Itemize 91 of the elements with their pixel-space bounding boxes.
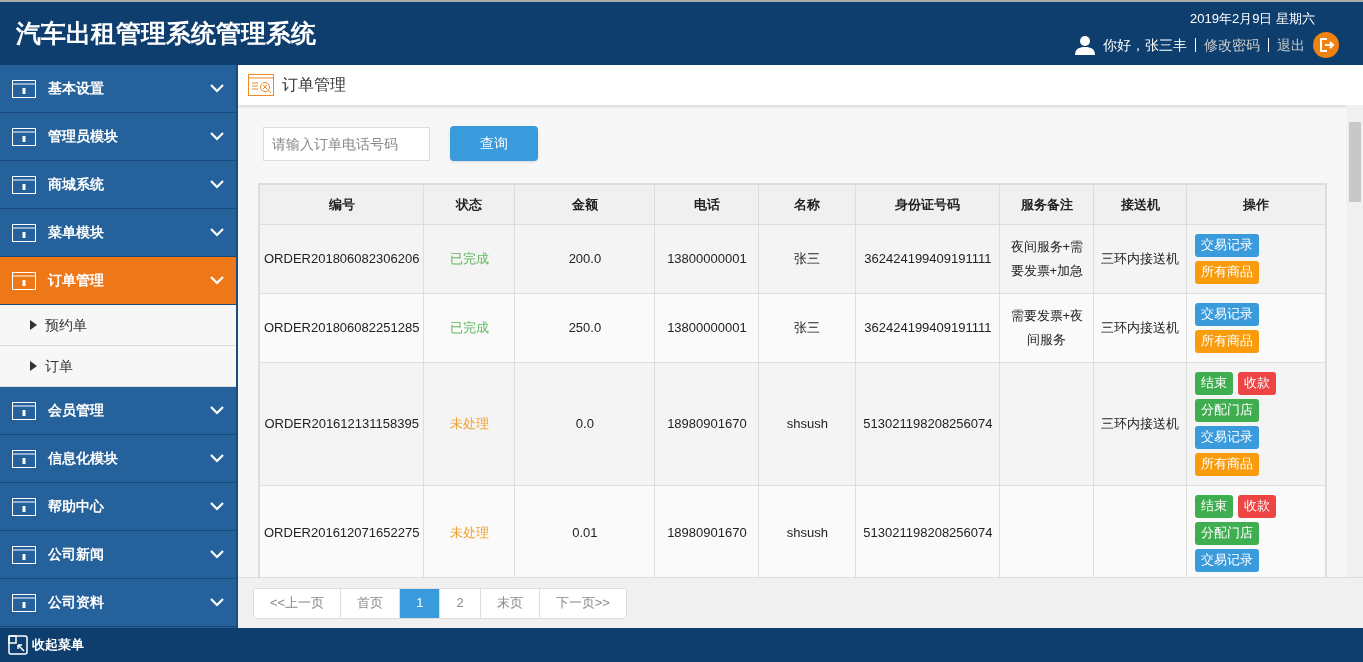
app-title: 汽车出租管理系统管理系统 [16,17,316,49]
table-cell: 513021198208256074 [855,362,1000,485]
sidebar-item[interactable]: 管理员模块 [0,113,236,161]
action-button[interactable]: 交易记录 [1195,425,1260,449]
action-button[interactable]: 所有商品 [1195,260,1260,284]
table-cell: 18980901670 [654,362,759,485]
date-text: 2019年2月9日 星期六 [1190,9,1315,28]
column-header: 金额 [514,184,655,224]
column-header: 接送机 [1093,184,1187,224]
action-button[interactable]: 交易记录 [1195,233,1260,257]
sidebar-item[interactable]: 商城系统 [0,161,236,209]
window-icon [12,593,36,612]
window-icon [12,79,36,98]
table-cell: 张三 [758,224,856,293]
user-icon [1075,35,1095,56]
submenu-item[interactable]: 预约单 [0,305,236,346]
sidebar-item[interactable]: 基本设置 [0,65,236,113]
logout-icon[interactable] [1313,32,1339,59]
table-cell: 13800000001 [654,293,759,362]
table-cell: 需要发票+夜间服务 [999,293,1094,362]
header-link[interactable]: 退出 [1277,34,1305,56]
sidebar-item[interactable]: 公司新闻 [0,531,236,579]
column-header: 电话 [654,184,759,224]
window-icon [12,175,36,194]
chevron-down-icon [210,502,224,511]
table-cell: 夜间服务+需要发票+加急 [999,224,1094,293]
window-icon [12,545,36,564]
status-cell: 已完成 [423,293,515,362]
status-cell: 未处理 [423,362,515,485]
status-cell: 已完成 [423,224,515,293]
table-cell: shsush [758,362,856,485]
table-cell: 0.0 [514,362,655,485]
action-button[interactable]: 分配门店 [1195,398,1260,422]
sidebar-item[interactable]: 订单管理 [0,257,236,305]
search-button[interactable]: 查询 [450,126,538,161]
chevron-down-icon [210,406,224,415]
chevron-down-icon [210,598,224,607]
action-button[interactable]: 交易记录 [1195,548,1260,572]
sidebar-item[interactable]: 公司资料 [0,579,236,627]
table-cell: 362424199409191111 [855,224,1000,293]
chevron-down-icon [210,454,224,463]
table-cell: 13800000001 [654,224,759,293]
submenu-item[interactable]: 订单 [0,346,236,387]
action-button[interactable]: 收款 [1238,371,1277,395]
column-header: 名称 [758,184,856,224]
table-cell: 362424199409191111 [855,293,1000,362]
page-title: 订单管理 [282,75,346,95]
action-button[interactable]: 收款 [1238,494,1277,518]
chevron-down-icon [210,132,224,141]
column-header: 身份证号码 [855,184,1000,224]
table-cell: 张三 [758,293,856,362]
chevron-down-icon [210,276,224,285]
window-icon [12,127,36,146]
column-header: 状态 [423,184,515,224]
action-button[interactable]: 所有商品 [1195,329,1260,353]
window-icon [12,271,36,290]
page-button[interactable]: 下一页>> [538,588,626,618]
chevron-down-icon [210,180,224,189]
table-cell: 250.0 [514,293,655,362]
chevron-down-icon [210,550,224,559]
table-cell: 三环内接送机 [1093,293,1187,362]
window-icon [12,401,36,420]
sidebar-item[interactable]: 帮助中心 [0,483,236,531]
window-icon [12,223,36,242]
collapse-menu-label[interactable]: 收起菜单 [32,635,84,655]
action-button[interactable]: 所有商品 [1195,452,1260,476]
greeting-text: 你好，张三丰 [1103,35,1187,55]
table-cell: ORDER201806082306206 [259,224,424,293]
action-button[interactable]: 结束 [1195,371,1234,395]
action-button[interactable]: 分配门店 [1195,521,1260,545]
column-header: 服务备注 [999,184,1094,224]
sidebar-item[interactable]: 菜单模块 [0,209,236,257]
sidebar-item[interactable]: 信息化模块 [0,435,236,483]
order-icon [248,74,274,96]
search-field[interactable]: 请输入订单电话号码 [263,126,430,161]
table-cell: ORDER201612131158395 [259,362,424,485]
chevron-down-icon [210,228,224,237]
window-icon [12,497,36,516]
table-cell: ORDER201806082251285 [259,293,424,362]
window-icon [12,449,36,468]
column-header: 编号 [259,184,424,224]
table-cell: 三环内接送机 [1093,224,1187,293]
collapse-icon[interactable] [8,635,28,655]
sidebar-item[interactable]: 会员管理 [0,387,236,435]
page-button[interactable]: 1 [399,588,440,618]
table-cell: 200.0 [514,224,655,293]
chevron-down-icon [210,84,224,93]
action-button[interactable]: 交易记录 [1195,302,1260,326]
table-cell: 三环内接送机 [1093,362,1187,485]
action-button[interactable]: 结束 [1195,494,1234,518]
header-link[interactable]: 修改密码 [1204,34,1260,56]
